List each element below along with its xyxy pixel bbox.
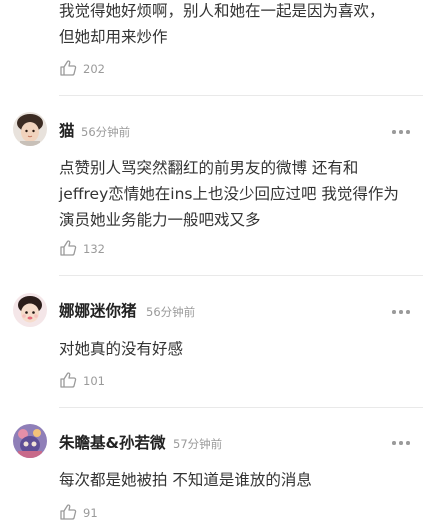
thumbs-up-icon <box>60 372 77 388</box>
user-avatar[interactable] <box>13 112 47 146</box>
like-count: 202 <box>83 62 105 76</box>
user-avatar[interactable] <box>13 293 47 327</box>
username[interactable]: 娜娜迷你猪 <box>59 301 137 321</box>
comment-text: 对她真的没有好感 <box>59 336 399 362</box>
timestamp: 56分钟前 <box>146 305 196 319</box>
comment-text-line: jeffrey恋情她在ins上也没少回应过吧 我觉得作为 <box>59 185 399 203</box>
like-count: 91 <box>83 506 98 520</box>
divider <box>59 95 423 96</box>
comment-feed: 我觉得她好烦啊，别人和她在一起是因为喜欢， 但她却用来炒作 202 猫 56分钟 <box>0 0 423 525</box>
comment-text-line: 演员她业务能力一般吧戏又多 <box>59 211 261 229</box>
thumbs-up-icon <box>60 504 77 520</box>
comment-text-line: 我觉得她好烦啊，别人和她在一起是因为喜欢， <box>59 2 385 20</box>
username[interactable]: 猫 <box>59 121 75 141</box>
more-dots-icon[interactable] <box>392 130 410 134</box>
comment-text: 点赞别人骂突然翻红的前男友的微博 还有和 jeffrey恋情她在ins上也没少回… <box>59 155 399 233</box>
comment-text: 每次都是她被拍 不知道是谁放的消息 <box>59 467 399 493</box>
more-dots-icon[interactable] <box>392 310 410 314</box>
more-dots-icon[interactable] <box>392 441 410 445</box>
like-count: 101 <box>83 374 105 388</box>
user-avatar[interactable] <box>13 424 47 458</box>
thumbs-up-icon <box>60 240 77 256</box>
comment-text: 我觉得她好烦啊，别人和她在一起是因为喜欢， 但她却用来炒作 <box>59 0 399 50</box>
username[interactable]: 朱瞻基&孙若微 <box>59 433 166 453</box>
timestamp: 56分钟前 <box>81 125 131 139</box>
divider <box>59 407 423 408</box>
divider <box>59 275 423 276</box>
thumbs-up-icon <box>60 60 77 76</box>
comment-text-line: 每次都是她被拍 不知道是谁放的消息 <box>59 471 312 489</box>
comment-text-line: 点赞别人骂突然翻红的前男友的微博 还有和 <box>59 159 359 177</box>
timestamp: 57分钟前 <box>173 437 223 451</box>
comment-text-line: 但她却用来炒作 <box>59 28 168 46</box>
comment-text-line: 对她真的没有好感 <box>59 340 184 358</box>
like-count: 132 <box>83 242 105 256</box>
